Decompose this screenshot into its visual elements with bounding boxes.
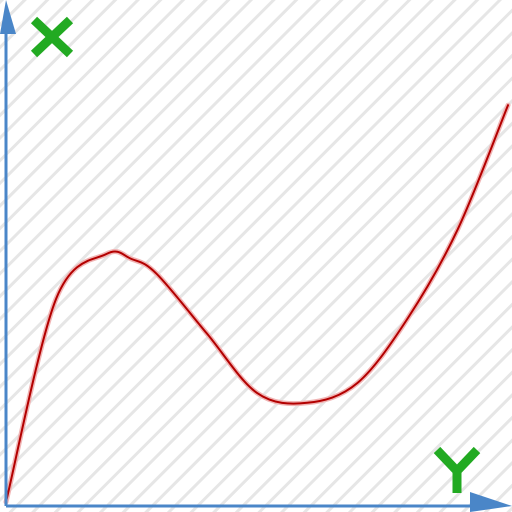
- plot-background: [0, 0, 512, 512]
- chart: [0, 0, 512, 512]
